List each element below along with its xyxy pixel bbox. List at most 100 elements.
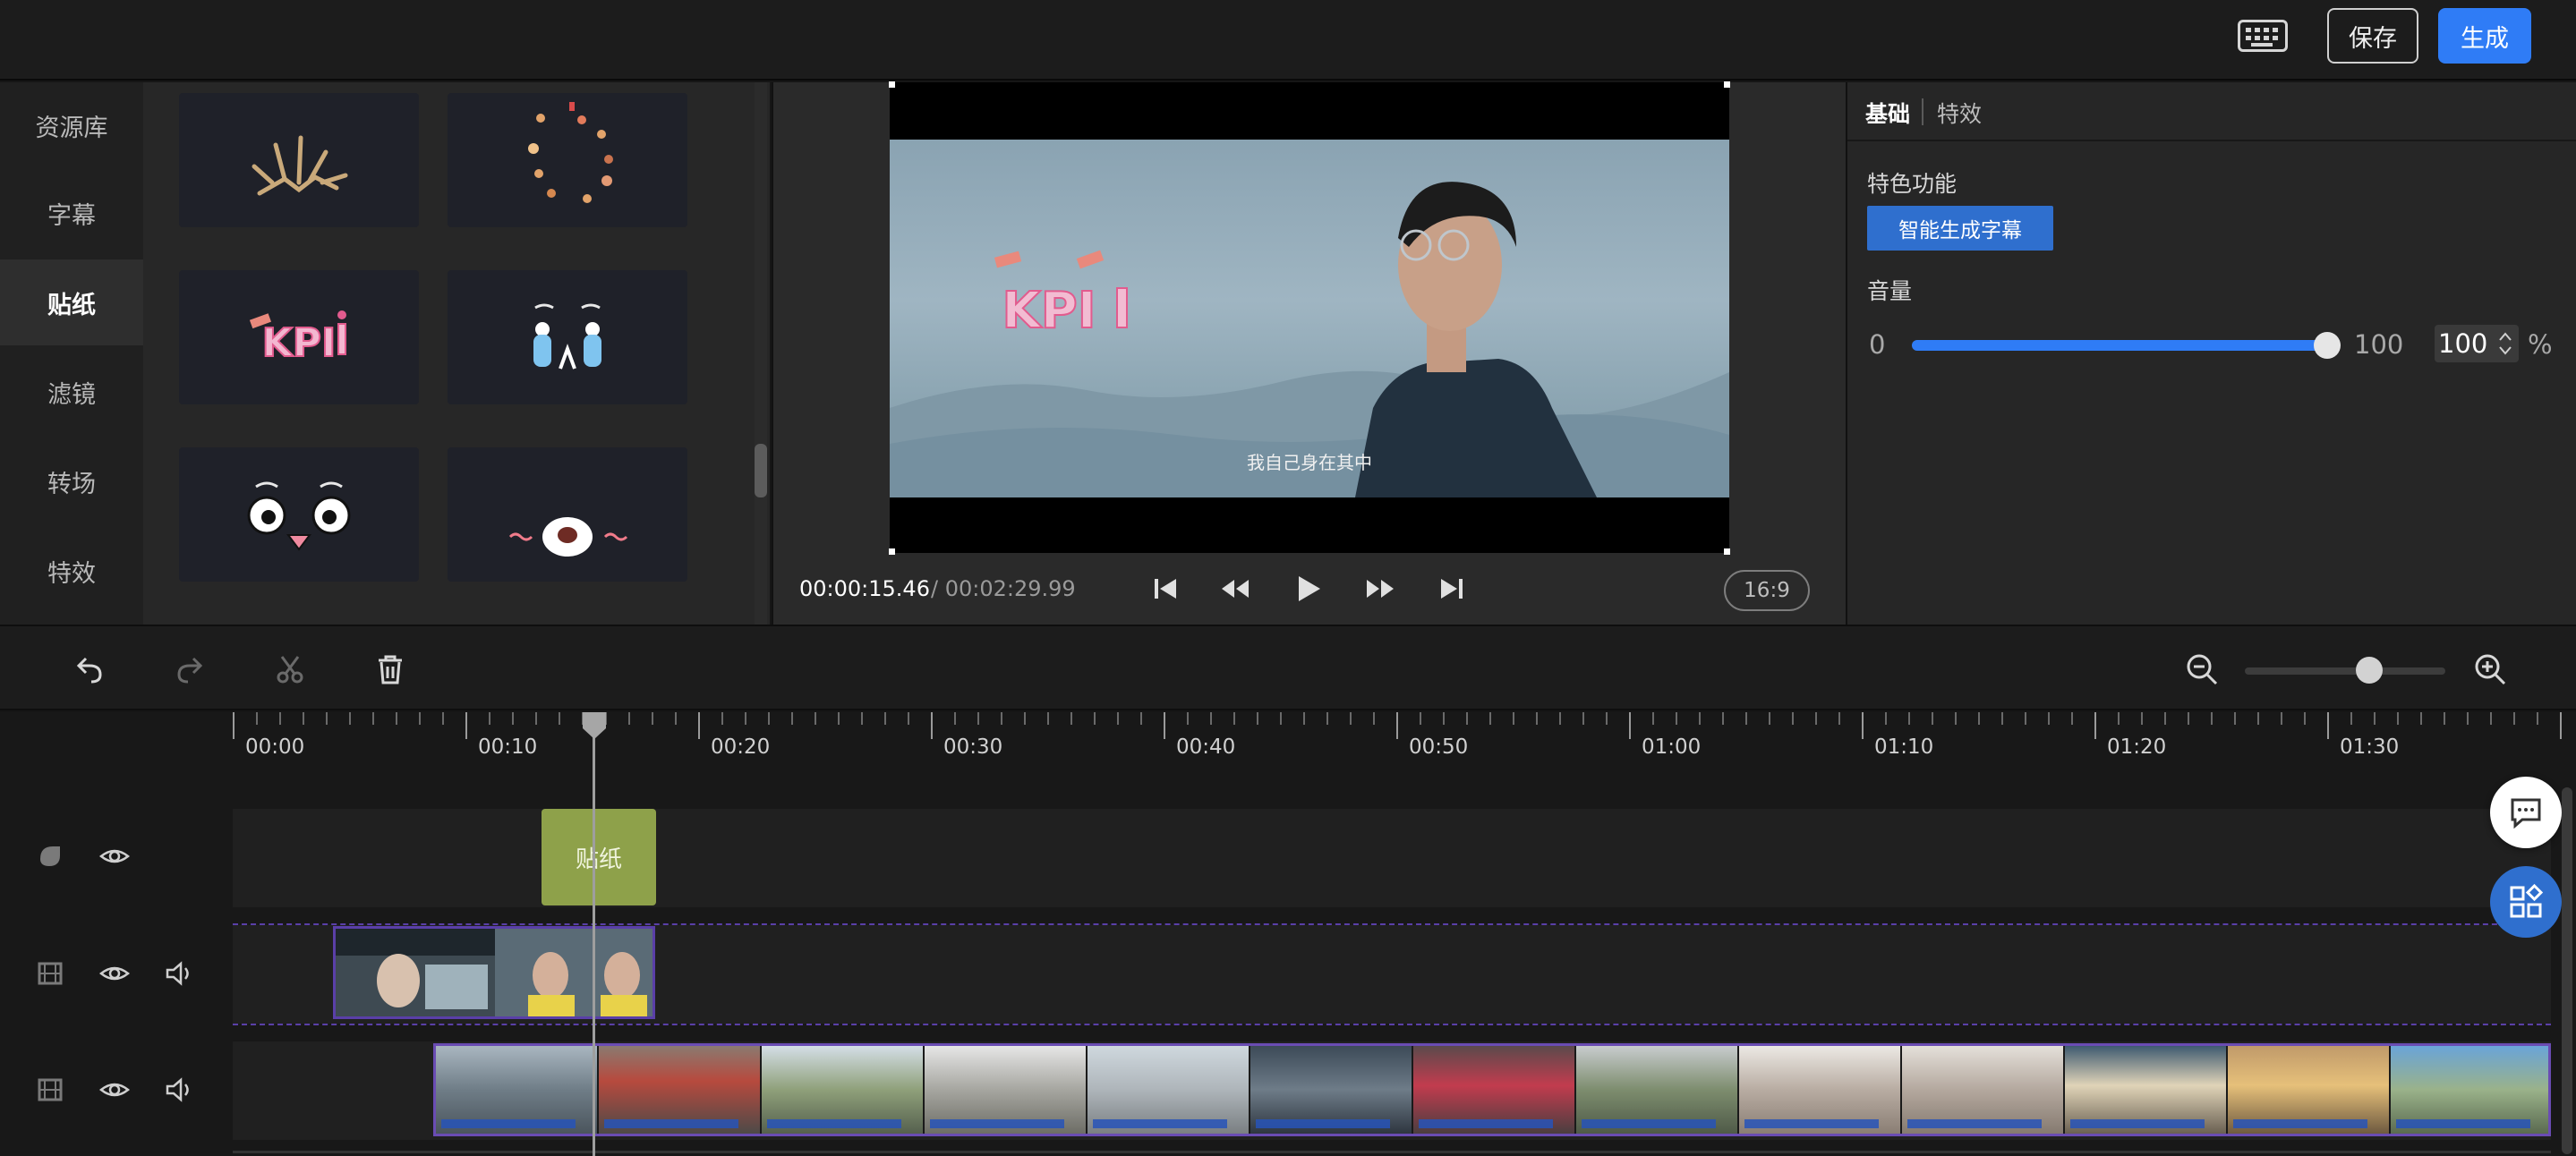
nav-item-transitions[interactable]: 转场	[0, 438, 143, 524]
mouth-sticker-icon	[508, 517, 628, 557]
clip-frame	[1088, 1046, 1250, 1134]
volume-value: 100	[2438, 328, 2488, 359]
skip-to-start-icon[interactable]	[1147, 573, 1183, 605]
clip-frame	[599, 1046, 762, 1134]
ruler-tick	[1350, 712, 1352, 725]
ruler-tick	[2025, 712, 2026, 725]
undo-icon[interactable]	[68, 648, 111, 691]
overlay-track-visibility-icon[interactable]	[97, 956, 132, 991]
fast-forward-icon[interactable]	[1362, 573, 1398, 605]
sticker-crying-face[interactable]	[448, 270, 687, 404]
ruler-tick	[815, 712, 816, 725]
left-nav: 资源库 字幕 贴纸 滤镜 转场 特效	[0, 82, 143, 625]
sticker-scrollbar[interactable]	[755, 82, 767, 625]
timeline-bottom-scrollbar[interactable]	[233, 1151, 2551, 1153]
ruler-tick	[1745, 712, 1747, 725]
ruler-tick	[2001, 712, 2003, 725]
apps-button[interactable]	[2490, 866, 2562, 938]
nav-item-library[interactable]: 资源库	[0, 82, 143, 168]
timeline-vertical-scrollbar[interactable]	[2562, 787, 2572, 1154]
ruler-tick	[675, 712, 677, 725]
ruler-label: 01:30	[2340, 735, 2400, 759]
ruler-tick	[1582, 712, 1584, 725]
tab-divider	[1922, 98, 1923, 125]
ruler-tick	[1838, 712, 1840, 725]
volume-unit: %	[2528, 329, 2553, 360]
chat-button[interactable]	[2490, 777, 2562, 848]
main-track-film-icon	[32, 1072, 68, 1108]
overlay-video-clip[interactable]	[333, 926, 655, 1019]
volume-slider-thumb[interactable]	[2314, 332, 2341, 359]
nav-item-stickers[interactable]: 贴纸	[0, 259, 143, 345]
tab-effects[interactable]: 特效	[1937, 97, 1982, 129]
ruler-tick	[535, 712, 537, 725]
ruler-tick	[1699, 712, 1701, 725]
keyboard-shortcuts-icon[interactable]	[2238, 20, 2288, 52]
nav-item-subtitles[interactable]: 字幕	[0, 170, 143, 256]
overlay-track-volume-icon[interactable]	[161, 956, 197, 991]
save-button[interactable]: 保存	[2327, 8, 2418, 64]
chat-icon	[2511, 798, 2541, 829]
main-track-volume-icon[interactable]	[161, 1072, 197, 1108]
delete-icon[interactable]	[369, 648, 412, 691]
ruler-tick	[419, 712, 421, 725]
main-track-visibility-icon[interactable]	[97, 1072, 132, 1108]
clip-frame	[1576, 1046, 1739, 1134]
ruler-tick	[1932, 712, 1933, 725]
sticker-food-ring[interactable]	[448, 93, 687, 227]
ruler-tick	[2420, 712, 2422, 725]
food-ring-sticker-icon	[528, 102, 613, 203]
ruler-tick	[2188, 712, 2189, 725]
volume-stepper-icon[interactable]	[2495, 328, 2515, 359]
ruler-tick	[2094, 712, 2096, 739]
resize-handle-tl[interactable]	[889, 81, 895, 88]
resize-handle-tr[interactable]	[1724, 81, 1730, 88]
generate-button[interactable]: 生成	[2438, 8, 2531, 64]
volume-input[interactable]: 100	[2435, 325, 2519, 362]
playhead[interactable]	[593, 712, 595, 1156]
resize-handle-bl[interactable]	[889, 548, 895, 555]
sticker-clip[interactable]: 贴纸	[542, 809, 656, 905]
ruler-tick	[2490, 712, 2492, 725]
ruler-tick	[652, 712, 653, 725]
volume-min-label: 0	[1869, 329, 1886, 360]
redo-icon[interactable]	[168, 648, 211, 691]
tab-basic[interactable]: 基础	[1865, 97, 1910, 129]
sticker-burst[interactable]	[179, 93, 419, 227]
ruler-tick	[2141, 712, 2143, 725]
burst-sticker-icon	[252, 135, 348, 196]
rewind-icon[interactable]	[1217, 573, 1253, 605]
ruler-tick	[1233, 712, 1235, 725]
ai-subtitle-button[interactable]: 智能生成字幕	[1867, 206, 2053, 251]
resize-handle-br[interactable]	[1724, 548, 1730, 555]
sticker-mouth[interactable]	[448, 447, 687, 582]
nav-item-effects[interactable]: 特效	[0, 528, 143, 614]
clip-frame	[1902, 1046, 2065, 1134]
clip-frame	[1739, 1046, 1902, 1134]
sticker-scrollbar-thumb[interactable]	[755, 444, 767, 497]
aspect-ratio-button[interactable]: 16:9	[1724, 570, 1810, 611]
overlay-track-guide-bottom	[233, 1024, 2551, 1025]
ruler-tick	[1001, 712, 1002, 725]
sticker-kpi[interactable]: KPI	[179, 270, 419, 404]
ruler-tick	[442, 712, 444, 725]
overlay-clip-thumbnails	[336, 929, 653, 1016]
zoom-in-icon[interactable]	[2469, 648, 2512, 691]
sticker-track-icon	[32, 838, 68, 874]
cut-icon[interactable]	[269, 648, 311, 691]
sticker-track-visibility-icon[interactable]	[97, 838, 132, 874]
total-time: / 00:02:29.99	[931, 576, 1076, 601]
nav-item-filters[interactable]: 滤镜	[0, 349, 143, 435]
zoom-out-icon[interactable]	[2180, 648, 2223, 691]
main-video-clip[interactable]	[433, 1043, 2551, 1136]
volume-slider[interactable]	[1912, 332, 2341, 359]
zoom-slider-thumb[interactable]	[2355, 657, 2383, 684]
play-icon[interactable]	[1291, 573, 1326, 605]
ruler-tick	[233, 712, 235, 739]
ruler-tick	[1676, 712, 1677, 725]
ruler-tick	[1559, 712, 1561, 725]
ruler-tick	[721, 712, 723, 725]
sticker-owl-face[interactable]	[179, 447, 419, 582]
skip-to-end-icon[interactable]	[1434, 573, 1470, 605]
zoom-slider[interactable]	[2245, 657, 2445, 684]
